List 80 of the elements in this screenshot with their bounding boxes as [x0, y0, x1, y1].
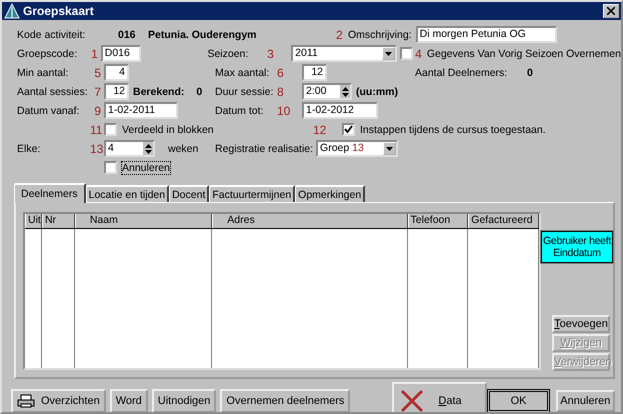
triangle-icon — [4, 3, 20, 19]
printer-icon — [17, 394, 35, 408]
tab[interactable]: Docent — [169, 185, 210, 202]
max-count-field[interactable]: 12 — [302, 64, 327, 81]
field-number: 6 — [276, 66, 285, 80]
checkbox[interactable] — [342, 123, 355, 136]
field-label: Min aantal: — [17, 66, 70, 78]
column-header[interactable]: Nr — [42, 214, 75, 228]
min-count-field[interactable]: 4 — [104, 64, 129, 81]
field-number: 12 — [313, 122, 328, 136]
field-number: 4 — [415, 46, 422, 60]
start-date-field[interactable]: 1-02-2011 — [104, 102, 178, 119]
print-button[interactable]: Overzichten — [11, 389, 106, 412]
column-header[interactable]: Telefoon — [408, 214, 468, 228]
field-label: Datum tot: — [215, 104, 264, 116]
action-button[interactable]: Word — [110, 389, 148, 412]
field-number: 1 — [90, 46, 99, 60]
field-label: Aantal Deelnemers: — [415, 66, 508, 78]
field-label: Omschrijving: — [348, 28, 412, 40]
data-button[interactable]: Data — [392, 382, 488, 412]
column-header[interactable]: Naam — [74, 214, 212, 228]
registration-dropdown[interactable]: Groep 13 — [316, 140, 398, 157]
column-header[interactable]: Gefactureerd — [468, 214, 539, 228]
end-date-field[interactable]: 1-02-2012 — [302, 102, 378, 119]
tab[interactable]: Locatie en tijden — [86, 185, 170, 202]
duration-spinbox[interactable]: 2:00 — [302, 83, 352, 100]
field-number: 7 — [93, 84, 102, 98]
computed-value: 0 — [196, 86, 202, 98]
activity-code: 016 — [118, 28, 137, 40]
field-number: 3 — [266, 46, 275, 60]
activity-name: Petunia. Ouderengym — [148, 28, 258, 40]
unit-label: weken — [168, 142, 198, 154]
field-label: Duur sessie: — [215, 86, 274, 98]
tab[interactable]: Factuurtermijnen — [209, 185, 296, 202]
field-label: Seizoen: — [207, 48, 250, 60]
field-label: Aantal sessies: — [17, 86, 89, 98]
computed-label: Berekend: — [133, 86, 184, 98]
field-number: 10 — [276, 104, 292, 118]
action-button[interactable]: Toevoegen — [552, 315, 610, 333]
checkbox-label: Gegevens Van Vorig Seizoen Overnemen — [426, 48, 621, 60]
tab[interactable]: Opmerkingen — [295, 185, 366, 202]
field-label: Elke: — [17, 142, 42, 154]
field-number: 8 — [276, 84, 285, 98]
group-code-field[interactable]: D016 — [100, 45, 141, 62]
action-button[interactable]: Overnemen deelnemers — [220, 389, 350, 412]
sessions-field[interactable]: 12 — [104, 83, 129, 100]
checkbox-label: Annuleren — [122, 162, 170, 174]
field-number: 5 — [93, 66, 102, 80]
spinner-arrows-icon — [340, 85, 350, 98]
action-button[interactable]: Uitnodigen — [152, 389, 216, 412]
tab[interactable]: Deelnemers — [14, 183, 86, 203]
field-number: 9 — [93, 104, 102, 118]
checkbox-label: Verdeeld in blokken — [122, 124, 214, 136]
checkbox-label: Instappen tijdens de cursus toegestaan. — [360, 124, 546, 136]
field-label: Registratie realisatie: — [215, 142, 314, 154]
description-field[interactable]: Di morgen Petunia OG — [416, 26, 557, 43]
season-dropdown[interactable]: 2011 — [291, 45, 398, 62]
checkbox[interactable] — [104, 123, 117, 136]
field-number: 11 — [90, 122, 104, 136]
column-header[interactable]: Adres — [212, 214, 408, 228]
ok-button[interactable]: OK — [487, 389, 550, 412]
cross-icon — [400, 389, 424, 412]
unit-label: (uu:mm) — [356, 86, 398, 98]
close-icon — [607, 7, 615, 15]
checkbox[interactable] — [400, 47, 414, 60]
field-label: Datum vanaf: — [17, 104, 80, 116]
field-number: 2 — [336, 28, 344, 42]
window-title: Groepskaart — [23, 4, 95, 18]
checkbox[interactable] — [104, 161, 117, 174]
field-number: 13 — [90, 142, 104, 156]
spinner-arrows-icon — [143, 142, 153, 155]
interval-spinbox[interactable]: 4 — [104, 140, 155, 157]
participant-count: 0 — [527, 66, 533, 78]
end-date-notice: Gebruiker heeft Einddatum — [541, 231, 613, 263]
field-label: Max aantal: — [215, 66, 270, 78]
cancel-button[interactable]: Annuleren — [556, 390, 615, 412]
field-label: Groepscode: — [17, 48, 78, 60]
field-label: Kode activiteit: — [17, 28, 86, 40]
column-header[interactable]: Uit — [25, 214, 42, 228]
close-button[interactable] — [603, 4, 619, 18]
